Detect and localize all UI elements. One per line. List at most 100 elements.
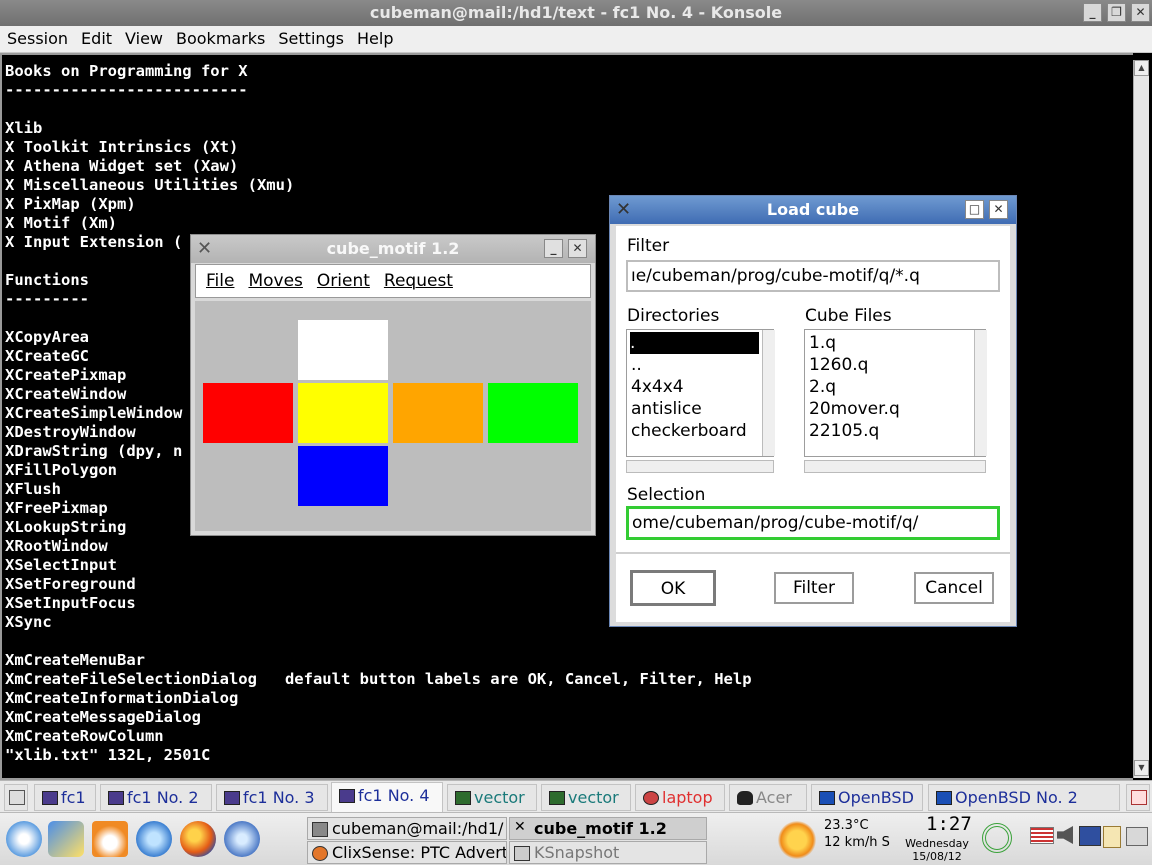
list-item[interactable]: 1260.q [809,354,868,376]
weather-sun-icon[interactable] [778,821,816,859]
terminal-line: XmCreateInformationDialog [5,689,239,707]
cube-menu-orient[interactable]: Orient [317,265,370,297]
terminal-line: XSelectInput [5,556,117,574]
tab-vector-1[interactable]: vector [447,784,537,811]
terminal-scrollbar[interactable]: ▲ ▼ [1133,60,1149,778]
terminal-line: -------------------------- [5,81,248,99]
cube-menu-file[interactable]: File [206,265,234,297]
minimize-button[interactable]: _ [1083,3,1102,22]
directories-label: Directories [627,306,720,326]
list-item[interactable]: antislice [631,398,702,420]
us-flag-icon[interactable] [1030,827,1054,844]
menu-settings[interactable]: Settings [271,26,350,52]
show-desktop-icon[interactable] [48,821,84,857]
list-item[interactable]: 1.q [809,332,836,354]
tab-fc1-no4[interactable]: fc1 No. 4 [331,782,443,812]
list-item[interactable]: 20mover.q [809,398,900,420]
cube-face-top[interactable] [298,320,388,380]
tab-fc1-no2[interactable]: fc1 No. 2 [100,784,212,811]
terminal-line: X Athena Widget set (Xaw) [5,157,239,175]
new-session-icon[interactable] [4,784,28,811]
menu-bookmarks[interactable]: Bookmarks [169,26,271,52]
list-item[interactable]: .. [631,354,642,376]
close-session-icon[interactable] [1126,784,1150,811]
dialog-title-bar[interactable]: ✕ Load cube □ ✕ [610,196,1016,224]
clock-time[interactable]: 1:27 [926,813,972,835]
kde-menu-icon[interactable] [6,821,42,857]
terminal-line: Books on Programming for X [5,62,248,80]
firefox-icon[interactable] [180,821,216,857]
dialog-maximize-button[interactable]: □ [965,200,984,219]
tab-fc1[interactable]: fc1 [34,784,96,811]
cancel-button[interactable]: Cancel [914,572,994,604]
task-cube-motif[interactable]: ✕ cube_motif 1.2 [509,817,707,840]
scroll-up-arrow-icon[interactable]: ▲ [1134,60,1149,76]
terminal-icon [108,791,124,805]
tab-openbsd[interactable]: OpenBSD [811,784,923,811]
menu-session[interactable]: Session [0,26,74,52]
cube-face-bottom[interactable] [298,446,388,506]
terminal-line: XCreatePixmap [5,366,127,384]
menu-help[interactable]: Help [350,26,399,52]
tab-fc1-no3[interactable]: fc1 No. 3 [216,784,328,811]
wifi-icon[interactable] [982,823,1012,853]
cube-minimize-button[interactable]: _ [544,239,563,258]
terminal-line: XCopyArea [5,328,89,346]
cube-menu-request[interactable]: Request [384,265,453,297]
kmix-icon[interactable] [1126,827,1148,846]
directories-list[interactable]: . .. 4x4x4 antislice checkerboard [626,329,775,457]
tab-laptop[interactable]: laptop [635,784,725,811]
cube-files-list[interactable]: 1.q 1260.q 2.q 20mover.q 22105.q [804,329,987,457]
filter-button[interactable]: Filter [774,572,854,604]
terminal-line: XCreateSimpleWindow [5,404,183,422]
home-folder-icon[interactable] [92,821,128,857]
terminal-line: XmCreateFileSelectionDialog default butt… [5,670,752,688]
network-globe-icon[interactable] [224,821,260,857]
cube-face-back[interactable] [488,383,578,443]
volume-icon[interactable] [1057,826,1073,844]
menu-edit[interactable]: Edit [74,26,118,52]
x-logo-icon: ✕ [616,199,632,220]
konsole-menu-bar: Session Edit View Bookmarks Settings Help [0,26,1152,53]
weather-temp: 23.3°C [824,818,869,833]
list-item[interactable]: 2.q [809,376,836,398]
list-item[interactable]: 4x4x4 [631,376,684,398]
ok-button[interactable]: OK [630,570,716,606]
close-button[interactable]: ✕ [1131,3,1150,22]
konsole-title-bar[interactable]: cubeman@mail:/hd1/text - fc1 No. 4 - Kon… [0,0,1152,26]
cube-files-hscrollbar[interactable] [804,460,986,473]
cube-face-left[interactable] [203,383,293,443]
kdict-icon[interactable] [1079,826,1101,846]
task-konsole[interactable]: cubeman@mail:/hd1/ [307,817,507,840]
directories-hscrollbar[interactable] [626,460,774,473]
terminal-icon [339,789,355,803]
terminal-line: XCreateWindow [5,385,127,403]
maximize-button[interactable]: ❐ [1107,3,1126,22]
cube-net-canvas[interactable] [195,301,591,531]
tab-acer[interactable]: Acer [729,784,807,811]
cube-window-title-bar[interactable]: ✕ cube_motif 1.2 _ ✕ [191,235,595,263]
dialog-close-button[interactable]: ✕ [989,200,1008,219]
x-logo-icon: ✕ [197,238,213,259]
cube-close-button[interactable]: ✕ [568,239,587,258]
filter-input[interactable]: ıe/cubeman/prog/cube-motif/q/*.q [626,260,1000,292]
tab-openbsd-no2[interactable]: OpenBSD No. 2 [928,784,1120,811]
list-item[interactable]: . [630,332,759,354]
directories-scrollbar[interactable] [762,330,775,456]
konqueror-icon[interactable] [136,821,172,857]
scroll-down-arrow-icon[interactable]: ▼ [1134,760,1149,776]
tab-vector-2[interactable]: vector [541,784,631,811]
task-ksnapshot[interactable]: KSnapshot [509,841,707,864]
cube-menu-moves[interactable]: Moves [248,265,302,297]
klipper-icon[interactable] [1103,826,1121,848]
konsole-title: cubeman@mail:/hd1/text - fc1 No. 4 - Kon… [369,3,783,22]
cube-face-right[interactable] [393,383,483,443]
list-item[interactable]: checkerboard [631,420,747,442]
cube-files-scrollbar[interactable] [974,330,987,456]
list-item[interactable]: 22105.q [809,420,879,442]
cube-face-front[interactable] [298,383,388,443]
task-clixsense[interactable]: ClixSense: PTC Advert [307,841,507,864]
selection-input[interactable]: ome/cubeman/prog/cube-motif/q/ [626,506,1000,540]
menu-view[interactable]: View [118,26,169,52]
load-cube-dialog: ✕ Load cube □ ✕ Filter ıe/cubeman/prog/c… [609,195,1017,627]
